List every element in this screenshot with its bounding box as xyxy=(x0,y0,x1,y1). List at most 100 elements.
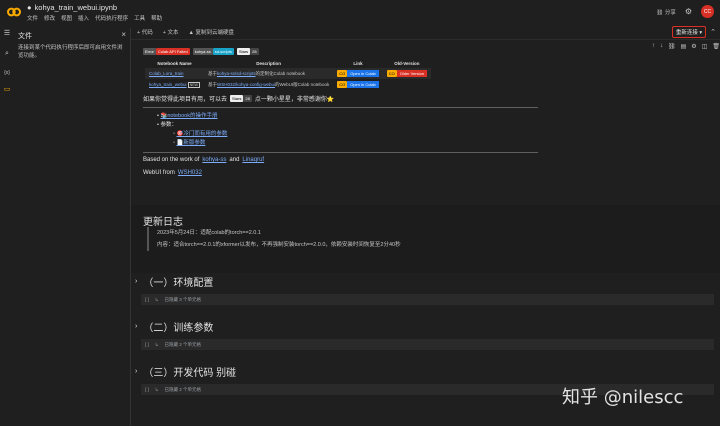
table-header: Old-Version xyxy=(394,61,420,66)
zhihu-watermark: 知乎 @nilescc xyxy=(562,387,684,408)
common-params-link[interactable]: 🎯冷门而有用的参数 xyxy=(176,131,227,137)
manual-link[interactable]: 📚notebook的操作手册 xyxy=(160,113,217,119)
section-train: › （二）训练参数 [ ] ↳ 已隐藏 2 个单元格 xyxy=(131,317,720,357)
open-in-colab-button[interactable]: Open in Colab xyxy=(347,70,379,77)
open-in-colab-button[interactable]: Open in Colab xyxy=(347,81,379,88)
menu-bar: 文件 修改 视图 插入 代码执行程序 工具 帮助 xyxy=(27,14,162,22)
collapse-chevron-icon[interactable]: ⌃ xyxy=(710,28,716,36)
linaqruf-link[interactable]: Linaqruf xyxy=(242,157,264,163)
drive-icon: ▲ xyxy=(188,29,194,36)
stars-badge[interactable]: Stars xyxy=(236,48,251,55)
copy-to-drive-label: 复制到云端硬盘 xyxy=(195,29,234,36)
desc-link[interactable]: WSH032/kohya-config-webui xyxy=(217,82,275,87)
table-header: Link xyxy=(353,61,363,66)
wsh032-link[interactable]: WSH032 xyxy=(178,170,202,176)
expand-chevron-icon[interactable]: › xyxy=(135,368,137,375)
github-icon: ● xyxy=(27,3,32,12)
menu-help[interactable]: 帮助 xyxy=(151,14,162,22)
star-line-after: 点一颗小星星，非常感谢你⭐ xyxy=(254,97,335,103)
notebook-table: Notebook Name Description Link Old-Versi… xyxy=(145,59,432,90)
based-prefix: Based on the work of xyxy=(143,157,200,163)
menu-edit[interactable]: 修改 xyxy=(44,14,55,22)
section-header[interactable]: › （一）环境配置 xyxy=(135,274,213,289)
hidden-cells-label: 已隐藏 2 个单元格 xyxy=(164,386,202,392)
notebook-title-row: ● kohya_train_webui.ipynb xyxy=(27,3,117,12)
markdown-cell: Error Colab API Failed kohya-ss sd-scrip… xyxy=(143,48,708,176)
old-version-empty xyxy=(383,79,431,90)
avatar[interactable]: CC xyxy=(701,5,714,18)
reconnect-label: 重新连接 xyxy=(675,30,698,36)
webui-line: WebUI from WSH032 xyxy=(143,170,708,176)
variables-icon[interactable]: {x} xyxy=(3,69,11,77)
colab-mini-icon: CO xyxy=(337,81,348,88)
reconnect-button[interactable]: 重新连接 ▾ xyxy=(671,26,707,38)
params-label: 参数： xyxy=(160,122,177,128)
copy-to-drive-button[interactable]: ▲ 复制到云端硬盘 xyxy=(189,28,235,36)
menu-runtime[interactable]: 代码执行程序 xyxy=(95,14,128,22)
stars-badge-inline[interactable]: Stars xyxy=(230,95,244,102)
table-row: Colab_Lora_train 基于kohya-ss/sd-scripts的定… xyxy=(145,68,432,79)
delete-icon[interactable]: 🗑 xyxy=(712,43,720,50)
notebook-title[interactable]: kohya_train_webui.ipynb xyxy=(35,3,118,12)
changelog-cell: 更新日志 2023年5月24日：适配colab的torch==2.0.1 内容：… xyxy=(131,205,720,273)
settings-gear-icon[interactable]: ⚙ xyxy=(685,7,692,16)
files-panel: 文件 × 连接到某个代码执行程序后即可启用文件浏览功能。 xyxy=(14,28,131,426)
sd-scripts-badge: sd-scripts xyxy=(212,48,234,55)
menu-insert[interactable]: 插入 xyxy=(78,14,89,22)
cell-bracket: [ ] xyxy=(145,342,149,347)
colab-mini-icon: CO xyxy=(337,70,348,77)
table-header: Notebook Name xyxy=(157,61,192,66)
hidden-cells-bar[interactable]: [ ] ↳ 已隐藏 2 个单元格 xyxy=(141,339,714,350)
desc-prefix: 基于 xyxy=(207,70,217,76)
hidden-cells-bar[interactable]: [ ] ↳ 已隐藏 3 个单元格 xyxy=(141,294,714,305)
notebook-toolbar: + 代码 + 文本 ▲ 复制到云端硬盘 重新连接 ▾ ⌃ xyxy=(131,24,720,40)
error-badge: Error xyxy=(143,48,156,55)
toolbar-right: 重新连接 ▾ ⌃ xyxy=(671,26,716,38)
menu-file[interactable]: 文件 xyxy=(27,14,38,22)
desc-suffix: 的WebUI版Colab notebook xyxy=(275,81,330,87)
desc-link[interactable]: kohya-ss/sd-scripts xyxy=(217,71,256,76)
section-header[interactable]: › （三）开发代码 别碰 xyxy=(135,364,236,379)
star-line-before: 如果你觉得此项目有用，可以去 xyxy=(143,97,228,103)
expand-chevron-icon[interactable]: › xyxy=(135,323,137,330)
hidden-cells-label: 已隐藏 3 个单元格 xyxy=(164,296,202,302)
desc-suffix: 的定制化Colab notebook xyxy=(255,70,306,76)
hidden-cells-label: 已隐藏 2 个单元格 xyxy=(164,341,202,347)
older-version-button[interactable]: Older Version xyxy=(396,70,428,77)
menu-tools[interactable]: 工具 xyxy=(134,14,145,22)
kohya-link[interactable]: kohya-ss xyxy=(202,157,226,163)
colab-logo[interactable] xyxy=(6,4,22,20)
cell-bracket: [ ] xyxy=(145,297,149,302)
folder-icon[interactable]: ▭ xyxy=(3,86,11,94)
toc-icon[interactable]: ☰ xyxy=(3,30,11,38)
expand-chevron-icon[interactable]: › xyxy=(135,278,137,285)
stars-count-inline: 28 xyxy=(243,95,252,102)
add-code-button[interactable]: + 代码 xyxy=(137,28,153,36)
kohya-badge: kohya-ss xyxy=(192,48,213,55)
new-tag: NEW xyxy=(187,82,200,88)
section-title: （三）开发代码 别碰 xyxy=(143,368,237,379)
add-text-button[interactable]: + 文本 xyxy=(163,28,179,36)
colab-mini-icon: CO xyxy=(386,70,397,77)
close-icon[interactable]: × xyxy=(121,30,126,39)
section-env: › （一）环境配置 [ ] ↳ 已隐藏 3 个单元格 xyxy=(131,272,720,312)
hidden-arrow-icon: ↳ xyxy=(154,341,159,347)
hidden-arrow-icon: ↳ xyxy=(154,386,159,392)
share-button[interactable]: ⛓ 分享 xyxy=(656,8,676,16)
star-line: 如果你觉得此项目有用，可以去 Stars 28 点一颗小星星，非常感谢你⭐ xyxy=(143,94,708,103)
files-panel-title: 文件 xyxy=(18,33,32,40)
notebook-link[interactable]: Colab_Lora_train xyxy=(149,71,184,76)
share-label: 分享 xyxy=(664,9,676,16)
divider xyxy=(143,152,538,153)
new-params-link[interactable]: 📄新版参数 xyxy=(176,140,205,146)
link-icon: ⛓ xyxy=(656,9,664,16)
section-header[interactable]: › （二）训练参数 xyxy=(135,319,213,334)
notebook-link[interactable]: kohya_train_webui xyxy=(149,82,187,87)
search-icon[interactable]: ⌕ xyxy=(3,50,11,58)
menu-view[interactable]: 视图 xyxy=(61,14,72,22)
hidden-arrow-icon: ↳ xyxy=(154,296,159,302)
chevron-down-icon: ▾ xyxy=(699,30,703,36)
desc-prefix: 基于 xyxy=(207,81,217,87)
based-and: and xyxy=(229,157,240,163)
webui-prefix: WebUI from xyxy=(143,170,175,176)
